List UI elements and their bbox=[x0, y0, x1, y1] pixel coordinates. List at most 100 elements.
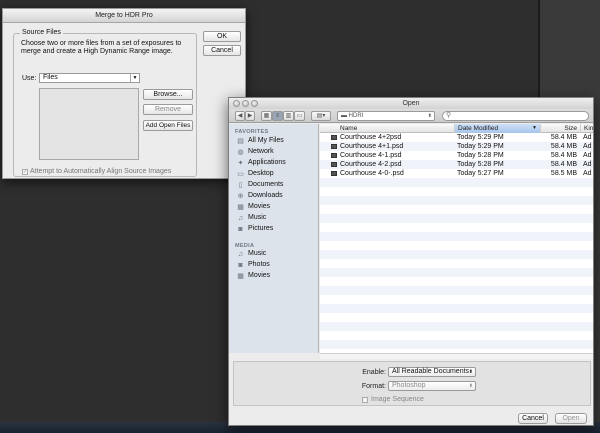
file-size: 58.4 MB bbox=[550, 143, 577, 150]
applications-icon: ✦ bbox=[237, 159, 244, 167]
updown-arrows-icon: ⬍ bbox=[468, 369, 473, 375]
file-row[interactable]: Courthouse 4-2.psd Today 5:28 PM 58.4 MB Ad bbox=[320, 160, 593, 169]
column-size[interactable]: Size bbox=[540, 124, 580, 133]
list-icon: ≡ bbox=[275, 113, 280, 119]
back-button[interactable]: ◀ bbox=[235, 111, 245, 121]
cancel-button[interactable]: Cancel bbox=[203, 45, 241, 56]
grid-icon: ▦ bbox=[263, 113, 270, 119]
image-sequence-option[interactable]: Image Sequence bbox=[362, 396, 424, 403]
psd-file-icon bbox=[331, 171, 337, 176]
file-kind: Ad bbox=[583, 143, 592, 150]
column-name[interactable]: Name bbox=[320, 124, 454, 133]
sidebar-item-movies[interactable]: ▦ Movies bbox=[237, 202, 270, 212]
downloads-icon: ⊕ bbox=[237, 192, 244, 200]
file-date: Today 5:27 PM bbox=[457, 170, 504, 177]
sidebar-item-pictures[interactable]: ◙ Pictures bbox=[237, 224, 273, 234]
source-description: Choose two or more files from a set of e… bbox=[21, 40, 182, 55]
sidebar-item-movies[interactable]: ▦ Movies bbox=[237, 271, 270, 281]
file-size: 58.4 MB bbox=[550, 152, 577, 159]
empty-row bbox=[320, 259, 593, 268]
format-label: Format: bbox=[361, 383, 386, 390]
minimize-window-icon[interactable] bbox=[242, 100, 249, 107]
coverflow-icon: ▭ bbox=[296, 113, 303, 119]
image-sequence-checkbox[interactable] bbox=[362, 396, 368, 403]
open-title: Open bbox=[402, 100, 420, 107]
movies-icon: ▦ bbox=[237, 203, 244, 211]
column-date-label: Date Modified bbox=[458, 125, 499, 132]
browse-button[interactable]: Browse... bbox=[143, 89, 193, 100]
file-size: 58.4 MB bbox=[550, 134, 577, 141]
list-view-button[interactable]: ≡ bbox=[272, 111, 283, 121]
search-input[interactable]: ⚲ bbox=[442, 111, 589, 121]
format-select[interactable]: Photoshop ⬍ bbox=[388, 381, 476, 391]
column-date-modified[interactable]: Date Modified ▼ bbox=[454, 124, 540, 133]
empty-row bbox=[320, 313, 593, 322]
file-date: Today 5:28 PM bbox=[457, 161, 504, 168]
file-row[interactable]: Courthouse 4+1.psd Today 5:29 PM 58.4 MB Ad bbox=[320, 142, 593, 151]
file-row[interactable]: Courthouse 4-0-.psd Today 5:27 PM 58.5 MB A… bbox=[320, 169, 593, 178]
add-open-files-button[interactable]: Add Open Files bbox=[143, 120, 193, 131]
favorites-header: FAVORITES bbox=[235, 129, 269, 135]
align-checkbox[interactable]: ✓ bbox=[22, 168, 28, 175]
location-value: HDRI bbox=[348, 113, 364, 119]
coverflow-view-button[interactable]: ▭ bbox=[294, 111, 305, 121]
empty-row bbox=[320, 178, 593, 187]
file-row[interactable]: Courthouse 4+2psd Today 5:29 PM 58.4 MB Ad bbox=[320, 133, 593, 142]
cancel-button[interactable]: Cancel bbox=[518, 413, 548, 424]
all-files-icon: ▤ bbox=[237, 137, 244, 145]
open-toolbar: ◀ ▶ ▦ ≡ ▥ ▭ ▤▾ ▬ HDRI ⬍ ⚲ bbox=[229, 109, 593, 123]
sidebar-item-all-my-files[interactable]: ▤ All My Files bbox=[237, 136, 284, 146]
use-value: Files bbox=[43, 74, 58, 81]
sidebar-item-desktop[interactable]: ▭ Desktop bbox=[237, 169, 274, 179]
file-size: 58.4 MB bbox=[550, 161, 577, 168]
sidebar-item-applications[interactable]: ✦ Applications bbox=[237, 158, 286, 168]
sidebar-item-label: Applications bbox=[248, 159, 286, 166]
open-button[interactable]: Open bbox=[555, 413, 587, 424]
empty-row bbox=[320, 304, 593, 313]
file-kind: Ad bbox=[583, 152, 592, 159]
align-label: Attempt to Automatically Align Source Im… bbox=[30, 168, 172, 175]
empty-row bbox=[320, 322, 593, 331]
group-title: Source Files bbox=[20, 29, 63, 36]
zoom-window-icon[interactable] bbox=[251, 100, 258, 107]
forward-button[interactable]: ▶ bbox=[245, 111, 255, 121]
use-select[interactable]: Files ▼ bbox=[39, 73, 140, 83]
icon-view-button[interactable]: ▦ bbox=[261, 111, 272, 121]
sidebar-item-label: Movies bbox=[248, 203, 271, 210]
sidebar-item-network[interactable]: ◍ Network bbox=[237, 147, 274, 157]
ok-button[interactable]: OK bbox=[203, 31, 241, 42]
documents-icon: ▯ bbox=[238, 181, 243, 189]
empty-row bbox=[320, 187, 593, 196]
psd-file-icon bbox=[331, 135, 337, 140]
column-view-button[interactable]: ▥ bbox=[283, 111, 294, 121]
align-option[interactable]: ✓ Attempt to Automatically Align Source … bbox=[22, 168, 171, 175]
sidebar-item-music[interactable]: ♫ Music bbox=[237, 213, 266, 223]
file-name: Courthouse 4+1.psd bbox=[340, 143, 404, 150]
format-value: Photoshop bbox=[392, 382, 426, 389]
sidebar-item-documents[interactable]: ▯ Documents bbox=[237, 180, 284, 190]
file-date: Today 5:28 PM bbox=[457, 152, 504, 159]
empty-row bbox=[320, 250, 593, 259]
column-kind[interactable]: Kin bbox=[580, 124, 593, 133]
horizontal-scrollbar[interactable] bbox=[320, 353, 593, 359]
sidebar-item-photos[interactable]: ◙ Photos bbox=[237, 260, 269, 270]
sidebar-item-label: Pictures bbox=[248, 225, 274, 232]
empty-row bbox=[320, 286, 593, 295]
close-window-icon[interactable] bbox=[233, 100, 240, 107]
arrange-icon: ▤▾ bbox=[316, 113, 326, 119]
sidebar-item-label: Network bbox=[248, 148, 274, 155]
empty-row bbox=[320, 241, 593, 250]
remove-button[interactable]: Remove bbox=[143, 104, 193, 115]
sidebar-item-music[interactable]: ♫ Music bbox=[237, 249, 266, 259]
sidebar-item-label: Downloads bbox=[248, 192, 283, 199]
file-row[interactable]: Courthouse 4-1.psd Today 5:28 PM 58.4 MB Ad bbox=[320, 151, 593, 160]
location-select[interactable]: ▬ HDRI ⬍ bbox=[337, 111, 435, 121]
enable-select[interactable]: All Readable Documents ⬍ bbox=[388, 367, 476, 377]
sidebar-item-downloads[interactable]: ⊕ Downloads bbox=[237, 191, 283, 201]
image-sequence-label: Image Sequence bbox=[371, 396, 424, 403]
file-list-pane: Name Date Modified ▼ Size Kin Courthouse… bbox=[320, 124, 593, 353]
empty-row bbox=[320, 295, 593, 304]
music-icon: ♫ bbox=[237, 214, 244, 222]
arrange-button[interactable]: ▤▾ bbox=[311, 111, 331, 121]
source-file-list[interactable] bbox=[39, 88, 139, 160]
